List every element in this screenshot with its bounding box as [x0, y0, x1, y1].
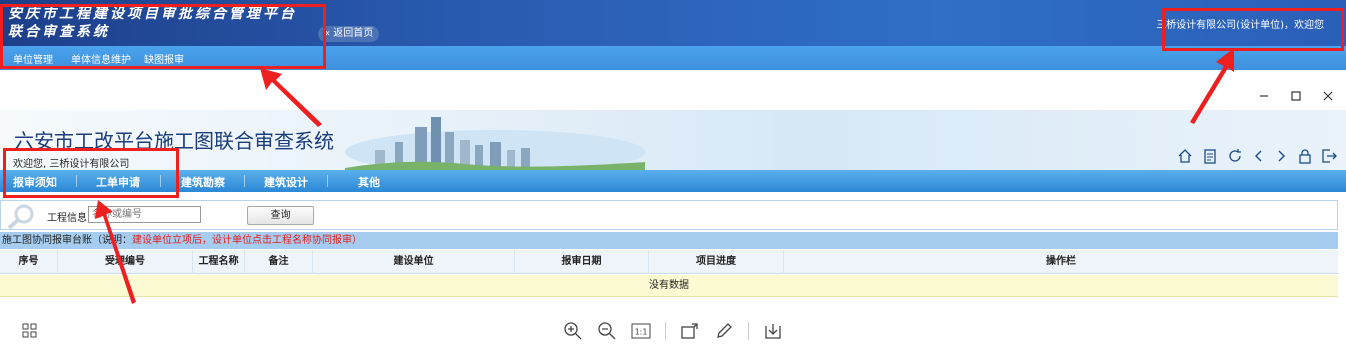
back-home-button[interactable]: « 返回首页	[318, 26, 380, 42]
city-skyline-image	[345, 117, 645, 170]
toolbar-separator	[665, 322, 666, 340]
col-report-date: 报审日期	[515, 250, 649, 274]
col-accept-number: 受理编号	[58, 250, 193, 274]
back-home-label: 返回首页	[333, 28, 374, 39]
empty-table-row: 没有数据	[0, 275, 1338, 297]
col-construction-unit: 建设单位	[313, 250, 515, 274]
download-icon[interactable]	[763, 321, 783, 341]
dialog-titlebar	[0, 84, 1346, 108]
refresh-icon[interactable]	[1227, 148, 1243, 164]
nav-separator	[327, 175, 328, 187]
logout-icon[interactable]	[1321, 148, 1337, 164]
forward-icon[interactable]	[1273, 148, 1289, 164]
home-icon[interactable]	[1177, 148, 1193, 164]
inner-nav-survey[interactable]: 建筑勘察	[181, 174, 225, 190]
annotation-box-welcome	[1162, 8, 1344, 51]
annotation-box-inner-welcome	[3, 148, 179, 198]
lock-icon[interactable]	[1297, 148, 1313, 164]
inner-nav: 报审须知 工单申请 建筑勘察 建筑设计 其他	[0, 170, 1346, 192]
toolbar-separator	[748, 322, 749, 340]
edit-icon[interactable]	[714, 321, 734, 341]
zoom-in-icon[interactable]	[563, 321, 583, 341]
project-search-input[interactable]	[88, 206, 201, 223]
col-remark: 备注	[245, 250, 313, 274]
search-label: 工程信息	[47, 213, 87, 224]
minimize-icon[interactable]	[1257, 89, 1271, 103]
close-icon[interactable]	[1321, 89, 1335, 103]
col-serial: 序号	[0, 250, 58, 274]
maximize-icon[interactable]	[1289, 89, 1303, 103]
svg-text:1:1: 1:1	[635, 328, 648, 337]
inner-nav-design[interactable]: 建筑设计	[264, 174, 308, 190]
inner-nav-other[interactable]: 其他	[358, 174, 380, 190]
query-button[interactable]: 查询	[247, 206, 314, 225]
col-project-name: 工程名称	[193, 250, 245, 274]
col-progress: 项目进度	[649, 250, 784, 274]
actual-size-icon[interactable]: 1:1	[631, 321, 651, 341]
table-caption: 施工图协同报审台账（说明：建设单位立项后，设计单位点击工程名称协同报审）	[0, 232, 1338, 249]
clipboard-icon[interactable]	[1202, 148, 1218, 164]
zoom-out-icon[interactable]	[597, 321, 617, 341]
grid-icon[interactable]	[20, 321, 40, 341]
magnifier-icon	[7, 204, 34, 230]
col-actions: 操作栏	[1046, 256, 1076, 267]
nav-separator	[244, 175, 245, 187]
back-icon[interactable]	[1251, 148, 1267, 164]
rotate-icon[interactable]	[680, 321, 700, 341]
table-caption-text: 施工图协同报审台账（说明：	[2, 235, 132, 246]
annotation-box-outer-header	[0, 4, 326, 69]
table-header: 序号 受理编号 工程名称 备注 建设单位 报审日期 项目进度 操作栏	[0, 250, 1338, 274]
table-caption-note: 建设单位立项后，设计单位点击工程名称协同报审）	[132, 235, 362, 246]
